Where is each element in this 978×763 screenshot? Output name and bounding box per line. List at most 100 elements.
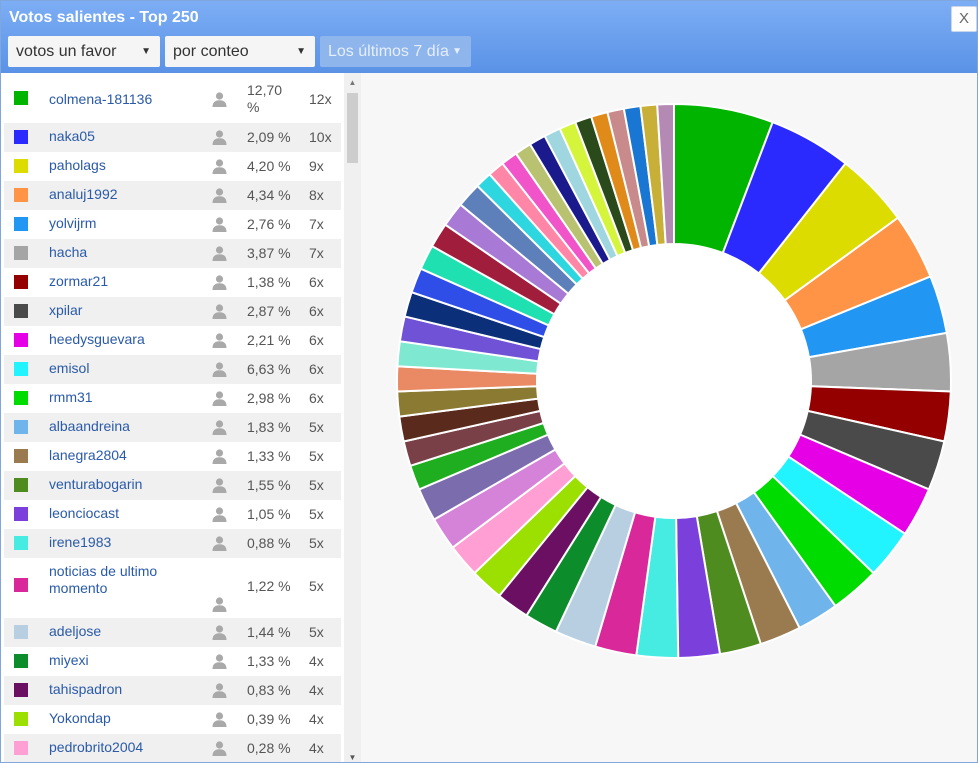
user-icon[interactable] (211, 477, 228, 493)
period-value: Los últimos 7 días (328, 43, 457, 60)
sort-select[interactable]: por conteo ▼ (165, 36, 315, 67)
voter-name-link[interactable]: colmena-181136 (49, 91, 199, 108)
vote-count: 4x (309, 740, 324, 756)
color-swatch (14, 625, 28, 639)
color-swatch (14, 333, 28, 347)
user-icon[interactable] (211, 187, 228, 203)
list-item[interactable]: colmena-181136 12,70 % 12x (4, 73, 341, 123)
voter-name-link[interactable]: albaandreina (49, 418, 199, 435)
vote-count: 5x (309, 535, 324, 551)
vote-count: 12x (309, 91, 332, 107)
voter-name-link[interactable]: leonciocast (49, 505, 199, 522)
color-swatch (14, 578, 28, 592)
vote-percent: 2,87 % (247, 303, 291, 319)
vote-percent: 1,05 % (247, 506, 291, 522)
list-item[interactable]: venturabogarin 1,55 % 5x (4, 471, 341, 500)
list-item[interactable]: yolvijrm 2,76 % 7x (4, 210, 341, 239)
vote-percent: 3,87 % (247, 245, 291, 261)
voter-name-link[interactable]: venturabogarin (49, 476, 199, 493)
voter-name-link[interactable]: paholags (49, 157, 199, 174)
list-item[interactable]: noticias de ultimo momento 1,22 % 5x (4, 558, 341, 618)
user-icon[interactable] (211, 596, 228, 612)
list-item[interactable]: naka05 2,09 % 10x (4, 123, 341, 152)
color-swatch (14, 362, 28, 376)
voter-name-link[interactable]: pedrobrito2004 (49, 739, 199, 756)
user-icon[interactable] (211, 158, 228, 174)
user-icon[interactable] (211, 624, 228, 640)
voter-name-link[interactable]: noticias de ultimo momento (49, 563, 199, 597)
list-item[interactable]: analuj1992 4,34 % 8x (4, 181, 341, 210)
user-icon[interactable] (211, 653, 228, 669)
voter-name-link[interactable]: Yokondap (49, 710, 199, 727)
voter-name-link[interactable]: yolvijrm (49, 215, 199, 232)
vote-percent: 0,88 % (247, 535, 291, 551)
list-item[interactable]: heedysguevara 2,21 % 6x (4, 326, 341, 355)
list-item[interactable]: emisol 6,63 % 6x (4, 355, 341, 384)
voter-name-link[interactable]: naka05 (49, 128, 199, 145)
scroll-down-arrow-icon[interactable]: ▼ (344, 752, 361, 762)
voter-name-link[interactable]: analuj1992 (49, 186, 199, 203)
voter-name-link[interactable]: hacha (49, 244, 199, 261)
vote-count: 4x (309, 653, 324, 669)
user-icon[interactable] (211, 448, 228, 464)
list-item[interactable]: miyexi 1,33 % 4x (4, 647, 341, 676)
list-item[interactable]: adeljose 1,44 % 5x (4, 618, 341, 647)
user-icon[interactable] (211, 711, 228, 727)
user-icon[interactable] (211, 682, 228, 698)
user-icon[interactable] (211, 535, 228, 551)
vote-percent: 0,39 % (247, 711, 291, 727)
vote-count: 6x (309, 274, 324, 290)
list-item[interactable]: pedrobrito2004 0,28 % 4x (4, 734, 341, 762)
list-item[interactable]: Yokondap 0,39 % 4x (4, 705, 341, 734)
vote-count: 5x (309, 624, 324, 640)
donut-chart-panel (361, 73, 977, 762)
list-item[interactable]: zormar21 1,38 % 6x (4, 268, 341, 297)
user-icon[interactable] (211, 274, 228, 290)
voter-name-link[interactable]: rmm31 (49, 389, 199, 406)
voter-name-link[interactable]: adeljose (49, 623, 199, 640)
user-icon[interactable] (211, 390, 228, 406)
vote-count: 9x (309, 158, 324, 174)
voter-name-link[interactable]: irene1983 (49, 534, 199, 551)
voter-name-link[interactable]: xpilar (49, 302, 199, 319)
list-item[interactable]: irene1983 0,88 % 5x (4, 529, 341, 558)
vote-count: 6x (309, 361, 324, 377)
voter-name-link[interactable]: heedysguevara (49, 331, 199, 348)
vote-percent: 0,83 % (247, 682, 291, 698)
list-item[interactable]: rmm31 2,98 % 6x (4, 384, 341, 413)
user-icon[interactable] (211, 129, 228, 145)
user-icon[interactable] (211, 419, 228, 435)
user-icon[interactable] (211, 506, 228, 522)
list-item[interactable]: hacha 3,87 % 7x (4, 239, 341, 268)
voter-name-link[interactable]: lanegra2804 (49, 447, 199, 464)
list-scrollbar[interactable]: ▲ ▼ (344, 73, 361, 762)
user-icon[interactable] (211, 245, 228, 261)
color-swatch (14, 159, 28, 173)
list-item[interactable]: paholags 4,20 % 9x (4, 152, 341, 181)
user-icon[interactable] (211, 332, 228, 348)
list-item[interactable]: lanegra2804 1,33 % 5x (4, 442, 341, 471)
list-item[interactable]: tahispadron 0,83 % 4x (4, 676, 341, 705)
voter-name-link[interactable]: tahispadron (49, 681, 199, 698)
vote-count: 4x (309, 711, 324, 727)
close-button[interactable]: X (951, 6, 977, 32)
period-select[interactable]: Los últimos 7 días ▼ (320, 36, 471, 67)
user-icon[interactable] (211, 303, 228, 319)
user-icon[interactable] (211, 361, 228, 377)
user-icon[interactable] (211, 740, 228, 756)
user-icon[interactable] (211, 91, 228, 107)
caret-down-icon: ▼ (450, 36, 462, 67)
voter-name-link[interactable]: emisol (49, 360, 199, 377)
voter-name-link[interactable]: miyexi (49, 652, 199, 669)
color-swatch (14, 712, 28, 726)
user-icon[interactable] (211, 216, 228, 232)
list-item[interactable]: leonciocast 1,05 % 5x (4, 500, 341, 529)
color-swatch (14, 654, 28, 668)
list-item[interactable]: albaandreina 1,83 % 5x (4, 413, 341, 442)
list-item[interactable]: xpilar 2,87 % 6x (4, 297, 341, 326)
scroll-thumb[interactable] (347, 93, 358, 163)
vote-type-select[interactable]: votos un favor ▼ (8, 36, 160, 67)
window-header: Votos salientes - Top 250 X votos un fav… (1, 1, 977, 73)
scroll-up-arrow-icon[interactable]: ▲ (344, 77, 361, 89)
voter-name-link[interactable]: zormar21 (49, 273, 199, 290)
